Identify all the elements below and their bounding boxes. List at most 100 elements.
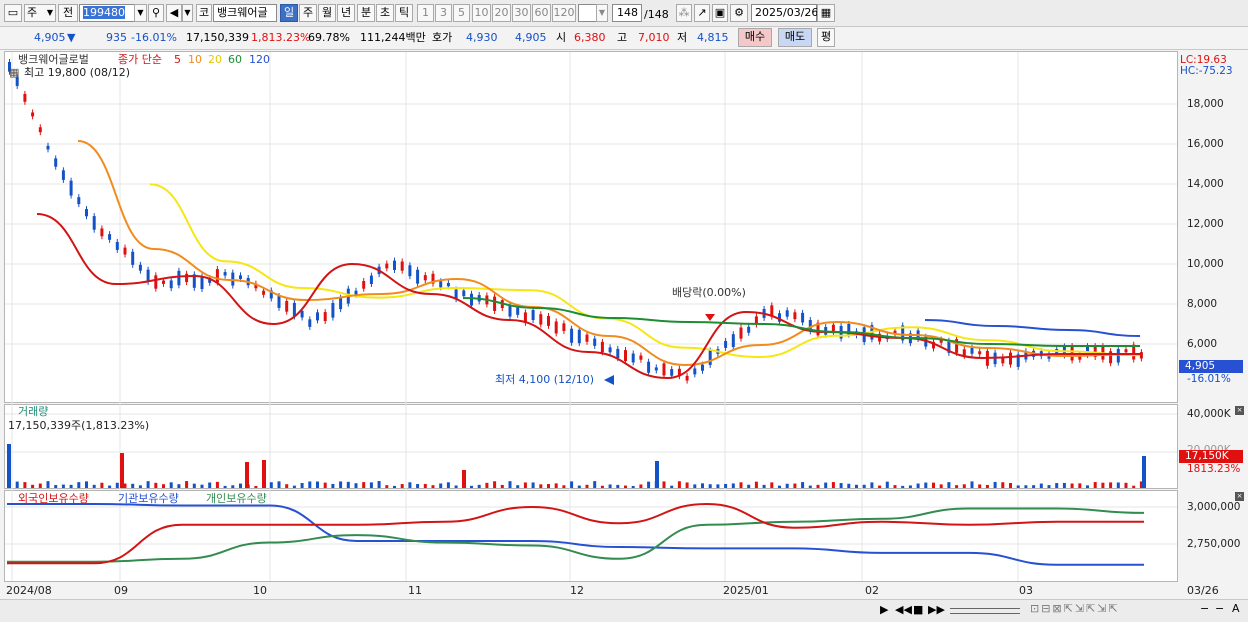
volume-bar xyxy=(870,482,874,488)
stop-icon[interactable]: ■ xyxy=(913,603,923,616)
close-icon[interactable]: × xyxy=(1235,406,1244,415)
candle xyxy=(639,355,643,360)
volume-bar xyxy=(962,484,966,488)
candle xyxy=(277,296,281,308)
volume-bar xyxy=(831,482,835,488)
volume-bar xyxy=(192,483,196,488)
candle xyxy=(1009,352,1012,365)
volume-bar xyxy=(408,482,412,488)
candle xyxy=(600,341,604,353)
candle xyxy=(570,328,574,343)
volume-bar xyxy=(947,482,951,488)
volume-bar xyxy=(1109,482,1113,488)
volume-bar xyxy=(493,481,497,488)
volume-current-pct: 1813.23% xyxy=(1187,463,1241,475)
volume-bar xyxy=(393,485,396,488)
zoom-in-icon[interactable]: − xyxy=(1215,602,1224,615)
volume-bar xyxy=(731,483,735,488)
foreign-line xyxy=(6,502,1144,565)
volume-bar xyxy=(523,482,527,488)
candle xyxy=(608,347,612,353)
volume-bar xyxy=(955,485,959,488)
candle xyxy=(200,276,204,290)
volume-y-axis: 40,000K 20,000K 17,150K 1813.23% xyxy=(1179,404,1245,489)
candle xyxy=(239,275,242,279)
institution-line xyxy=(7,502,1144,566)
volume-bar xyxy=(585,484,589,488)
candle xyxy=(562,323,566,331)
candle xyxy=(978,351,982,355)
volume-bar xyxy=(262,460,266,488)
candle xyxy=(585,334,589,342)
volume-bar xyxy=(816,484,820,488)
volume-bar xyxy=(300,482,304,488)
volume-note: 17,150,339주(1,813.23%) xyxy=(8,419,150,432)
candle xyxy=(624,350,627,362)
volume-bar xyxy=(162,484,165,488)
auto-scale-icon[interactable]: A xyxy=(1232,602,1240,615)
drawing-tools-icon[interactable]: ⊡⊟⊠⇱⇲⇱⇲⇱ xyxy=(1030,602,1120,615)
candle xyxy=(631,353,635,363)
volume-bar xyxy=(223,485,227,488)
candle xyxy=(23,93,27,102)
candle xyxy=(69,180,73,196)
candle xyxy=(616,348,620,359)
volume-bar xyxy=(77,482,81,488)
volume-bar xyxy=(932,482,935,488)
candle xyxy=(362,280,366,289)
volume-bar xyxy=(847,483,851,488)
close-icon[interactable]: × xyxy=(1235,492,1244,501)
volume-bar xyxy=(277,481,281,488)
volume-bar xyxy=(54,485,58,488)
candle xyxy=(577,329,581,344)
play-icon[interactable]: ▶ xyxy=(880,603,888,616)
candle xyxy=(385,263,389,269)
candle xyxy=(593,338,597,346)
volume-bar xyxy=(423,483,427,488)
volume-bar xyxy=(970,481,974,488)
volume-bar xyxy=(1086,485,1089,488)
rewind-icon[interactable]: ◀◀ xyxy=(895,603,912,616)
volume-bar xyxy=(46,481,50,488)
volume-bar xyxy=(739,482,743,488)
volume-bar xyxy=(924,482,928,488)
candle xyxy=(547,316,550,326)
volume-bar xyxy=(316,481,319,488)
volume-bar xyxy=(754,481,758,488)
candle xyxy=(123,247,127,255)
volume-bar xyxy=(1142,456,1146,488)
volume-bar xyxy=(354,483,358,488)
zoom-slider[interactable] xyxy=(950,608,1020,614)
volume-bar xyxy=(670,485,674,488)
volume-bar xyxy=(369,482,373,488)
volume-bar xyxy=(1124,482,1128,488)
dividend-note: 배당락(0.00%) xyxy=(672,286,746,299)
volume-bar xyxy=(762,484,766,488)
fast-forward-icon[interactable]: ▶▶ xyxy=(928,603,945,616)
volume-bar xyxy=(1032,485,1036,488)
volume-bar xyxy=(508,481,512,488)
candle xyxy=(962,349,966,356)
x-label: 11 xyxy=(408,584,422,597)
volume-bar xyxy=(1039,483,1043,488)
volume-bar xyxy=(985,484,989,488)
volume-title: 거래량 xyxy=(18,405,49,418)
y-tick: 16,000 xyxy=(1187,138,1224,150)
volume-bar xyxy=(416,484,420,488)
candle xyxy=(1124,349,1128,353)
volume-bar xyxy=(185,481,189,488)
current-price-tag: 4,905 xyxy=(1179,360,1243,373)
volume-bar xyxy=(1078,483,1082,488)
volume-bar xyxy=(631,485,635,488)
volume-bar xyxy=(485,482,489,488)
volume-bar xyxy=(993,481,997,488)
volume-bar xyxy=(708,484,712,488)
x-label: 2025/01 xyxy=(723,584,769,597)
volume-bar xyxy=(85,481,88,488)
volume-bar xyxy=(716,484,720,488)
volume-bar xyxy=(331,483,335,488)
volume-bar xyxy=(115,482,119,488)
volume-bar xyxy=(446,482,450,488)
zoom-out-icon[interactable]: − xyxy=(1200,602,1209,615)
dividend-marker-icon xyxy=(705,314,715,321)
